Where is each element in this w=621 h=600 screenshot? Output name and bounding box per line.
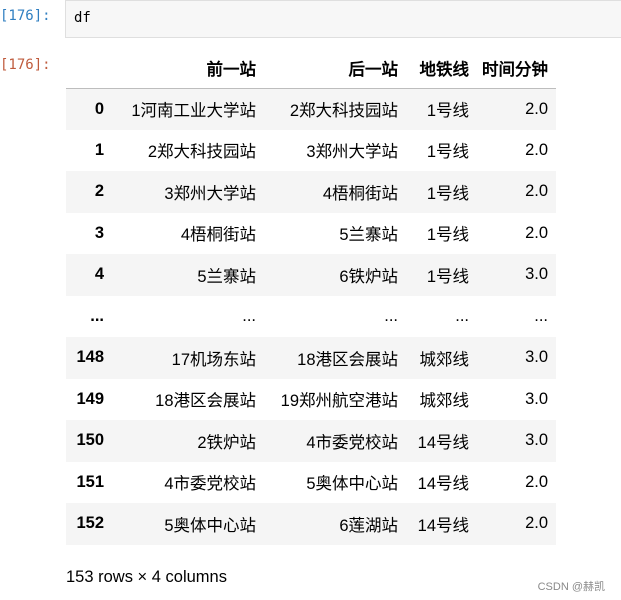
table-cell: ... bbox=[534, 306, 548, 325]
table-row: 152 5奥体中心站 6莲湖站 14号线 2.0 bbox=[66, 503, 556, 545]
table-cell: 2.0 bbox=[525, 223, 548, 242]
notebook-page: [176]: df [176]: 前一站 后一站 地铁线 时间分钟 0 1河南工… bbox=[0, 0, 621, 600]
row-index: 150 bbox=[76, 431, 104, 450]
header-row: 前一站 后一站 地铁线 时间分钟 bbox=[66, 48, 556, 89]
table-cell: 14号线 bbox=[417, 433, 469, 452]
table-cell: 4市委党校站 bbox=[306, 433, 398, 452]
dataframe-table: 前一站 后一站 地铁线 时间分钟 0 1河南工业大学站 2郑大科技园站 1号线 … bbox=[66, 48, 556, 545]
row-index: 2 bbox=[94, 182, 104, 201]
table-cell: 1号线 bbox=[426, 102, 469, 120]
table-cell: 3.0 bbox=[525, 389, 548, 408]
table-cell: ... bbox=[242, 306, 256, 325]
table-cell: 3.0 bbox=[525, 348, 548, 367]
watermark: CSDN @赫凯 bbox=[537, 581, 605, 593]
row-index: 148 bbox=[76, 348, 104, 367]
table-row: 4 5兰寨站 6铁炉站 1号线 3.0 bbox=[66, 254, 556, 296]
row-index: 151 bbox=[76, 472, 104, 491]
table-cell: 5奥体中心站 bbox=[306, 475, 398, 494]
table-cell: 1号线 bbox=[426, 184, 469, 203]
table-row: 151 4市委党校站 5奥体中心站 14号线 2.0 bbox=[66, 461, 556, 503]
table-cell: 2.0 bbox=[525, 140, 548, 159]
table-body: 0 1河南工业大学站 2郑大科技园站 1号线 2.0 1 2郑大科技园站 3郑州… bbox=[66, 88, 556, 545]
row-index: 149 bbox=[76, 389, 104, 408]
table-cell: 19郑州航空港站 bbox=[280, 392, 398, 411]
table-row: 150 2铁炉站 4市委党校站 14号线 3.0 bbox=[66, 420, 556, 462]
column-header: 时间分钟 bbox=[469, 48, 556, 89]
table-cell: 4梧桐街站 bbox=[180, 226, 256, 245]
index-header bbox=[66, 48, 108, 89]
table-cell: 14号线 bbox=[417, 475, 469, 494]
table-cell: ... bbox=[384, 306, 398, 325]
table-cell: 2.0 bbox=[525, 99, 548, 118]
table-cell: 4市委党校站 bbox=[164, 475, 256, 494]
row-index: 3 bbox=[94, 223, 104, 242]
table-cell: 2.0 bbox=[525, 182, 548, 201]
table-cell: 2.0 bbox=[525, 514, 548, 533]
table-cell: 3郑州大学站 bbox=[306, 143, 398, 162]
table-cell: 5兰寨站 bbox=[197, 267, 256, 286]
table-cell: 3.0 bbox=[525, 265, 548, 284]
table-cell: 14号线 bbox=[417, 516, 469, 535]
table-cell: 3郑州大学站 bbox=[164, 184, 256, 203]
row-index: ... bbox=[90, 306, 104, 325]
row-index: 1 bbox=[94, 140, 104, 159]
table-cell: 城郊线 bbox=[419, 350, 470, 369]
table-cell: 城郊线 bbox=[419, 392, 470, 411]
output-prompt: [176]: bbox=[0, 57, 51, 73]
table-cell: 5奥体中心站 bbox=[164, 516, 256, 535]
table-cell: 4梧桐街站 bbox=[322, 184, 398, 203]
input-prompt: [176]: bbox=[0, 8, 51, 24]
table-row: 149 18港区会展站 19郑州航空港站 城郊线 3.0 bbox=[66, 378, 556, 420]
table-cell: 2铁炉站 bbox=[197, 433, 256, 452]
code-text[interactable]: df bbox=[74, 10, 91, 26]
code-input-cell[interactable]: df bbox=[65, 0, 621, 38]
table-cell: 17机场东站 bbox=[171, 350, 256, 369]
table-cell: 3.0 bbox=[525, 431, 548, 450]
table-cell: 18港区会展站 bbox=[155, 392, 256, 411]
table-row: 0 1河南工业大学站 2郑大科技园站 1号线 2.0 bbox=[66, 88, 556, 130]
table-cell: 6莲湖站 bbox=[339, 516, 398, 535]
table-cell: 5兰寨站 bbox=[339, 226, 398, 245]
table-cell: 2.0 bbox=[525, 472, 548, 491]
column-header: 地铁线 bbox=[398, 48, 469, 89]
table-cell: 6铁炉站 bbox=[339, 267, 398, 286]
table-row: 2 3郑州大学站 4梧桐街站 1号线 2.0 bbox=[66, 171, 556, 213]
column-header: 前一站 bbox=[108, 48, 256, 89]
column-header: 后一站 bbox=[256, 48, 398, 89]
row-index: 4 bbox=[94, 265, 104, 284]
table-cell: ... bbox=[455, 306, 469, 325]
table-cell: 2郑大科技园站 bbox=[289, 102, 398, 120]
table-row-ellipsis: ... ... ... ... ... bbox=[66, 295, 556, 337]
table-row: 3 4梧桐街站 5兰寨站 1号线 2.0 bbox=[66, 212, 556, 254]
table-cell: 1号线 bbox=[426, 267, 469, 286]
row-index: 152 bbox=[76, 514, 104, 533]
row-index: 0 bbox=[94, 99, 104, 118]
table-row: 148 17机场东站 18港区会展站 城郊线 3.0 bbox=[66, 337, 556, 379]
table-cell: 1号线 bbox=[426, 143, 469, 162]
table-cell: 1河南工业大学站 bbox=[131, 102, 256, 120]
table-cell: 1号线 bbox=[426, 226, 469, 245]
table-cell: 18港区会展站 bbox=[297, 350, 398, 369]
table-cell: 2郑大科技园站 bbox=[147, 143, 256, 162]
dataframe-shape-summary: 153 rows × 4 columns bbox=[66, 568, 227, 586]
table-row: 1 2郑大科技园站 3郑州大学站 1号线 2.0 bbox=[66, 129, 556, 171]
